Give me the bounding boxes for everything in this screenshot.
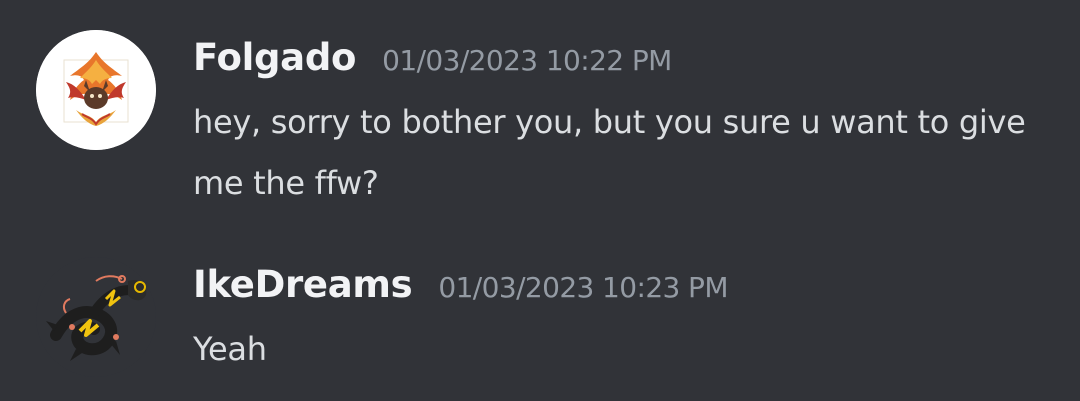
message-header: IkeDreams 01/03/2023 10:23 PM — [193, 263, 729, 306]
phoenix-crest-icon — [36, 30, 156, 150]
username[interactable]: IkeDreams — [193, 263, 413, 306]
avatar[interactable] — [36, 30, 156, 150]
timestamp: 01/03/2023 10:23 PM — [438, 271, 728, 304]
shiny-rayquaza-icon — [46, 275, 147, 361]
chat-message: Folgado 01/03/2023 10:22 PM hey, sorry t… — [0, 0, 1080, 230]
username[interactable]: Folgado — [193, 36, 356, 79]
avatar[interactable] — [36, 257, 156, 377]
message-text: Yeah — [193, 330, 267, 368]
chat-message: IkeDreams 01/03/2023 10:23 PM Yeah — [0, 230, 1080, 401]
message-header: Folgado 01/03/2023 10:22 PM — [193, 36, 672, 79]
timestamp: 01/03/2023 10:22 PM — [382, 44, 672, 77]
message-text: hey, sorry to bother you, but you sure u… — [193, 103, 1026, 202]
